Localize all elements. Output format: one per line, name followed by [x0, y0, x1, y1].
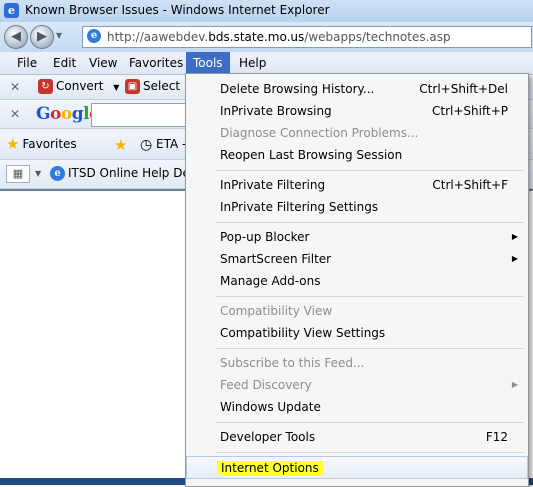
menu-item-label: Manage Add-ons — [220, 274, 321, 288]
menu-item-label: Developer Tools — [220, 430, 316, 444]
tab-label: ITSD Online Help Desk — [68, 166, 204, 180]
menu-item-windows-update[interactable]: Windows Update — [186, 396, 528, 418]
menu-item-shortcut: Ctrl+Shift+F — [432, 178, 508, 192]
select-icon: ▣ — [125, 79, 140, 94]
favorites-star-icon: ★ — [6, 135, 20, 153]
eta-favorite-link[interactable]: ◷ ETA - — [140, 137, 186, 153]
recent-pages-dropdown-icon[interactable]: ▼ — [56, 31, 62, 40]
tab-favicon-icon: e — [50, 166, 65, 181]
menu-item-delete-browsing-history[interactable]: Delete Browsing History... Ctrl+Shift+De… — [186, 78, 528, 100]
menu-item-smartscreen-filter[interactable]: SmartScreen Filter ▶ — [186, 248, 528, 270]
menu-item-compatibility-view-settings[interactable]: Compatibility View Settings — [186, 322, 528, 344]
close-google-toolbar-icon[interactable]: ✕ — [10, 107, 20, 121]
menu-item-label: SmartScreen Filter — [220, 252, 332, 266]
menu-item-label: Compatibility View Settings — [220, 326, 386, 340]
menu-separator — [216, 170, 524, 171]
menu-separator — [216, 348, 524, 349]
ie-logo-icon: e — [4, 3, 19, 18]
clock-icon: ◷ — [140, 137, 153, 153]
google-letter: o — [50, 104, 61, 124]
menu-item-inprivate-filtering-settings[interactable]: InPrivate Filtering Settings — [186, 196, 528, 218]
quick-tabs-icon[interactable]: ▦ — [6, 165, 30, 183]
eta-label: ETA - — [156, 137, 187, 151]
menu-item-label: Diagnose Connection Problems... — [220, 126, 419, 140]
favorites-label: Favorites — [22, 137, 77, 151]
menu-item-shortcut: F12 — [485, 430, 508, 444]
internet-options-highlight: Internet Options — [217, 461, 323, 475]
convert-button[interactable]: ↻ Convert ▼ — [38, 79, 119, 94]
submenu-arrow-icon: ▶ — [511, 254, 518, 263]
menu-separator — [216, 422, 524, 423]
address-bar[interactable]: e http://aawebdev.bds.state.mo.us/webapp… — [82, 26, 532, 48]
menu-item-developer-tools[interactable]: Developer Tools F12 — [186, 426, 528, 448]
menu-item-inprivate-filtering[interactable]: InPrivate Filtering Ctrl+Shift+F — [186, 174, 528, 196]
menu-item-label: Internet Options — [217, 457, 323, 479]
address-url[interactable]: http://aawebdev.bds.state.mo.us/webapps/… — [107, 30, 451, 44]
menu-item-feed-discovery: Feed Discovery ▶ — [186, 374, 528, 396]
menu-help[interactable]: Help — [232, 52, 273, 74]
menu-item-reopen-last-browsing-session[interactable]: Reopen Last Browsing Session — [186, 144, 528, 166]
menu-item-internet-options[interactable]: Internet Options — [186, 456, 528, 479]
menu-item-label: Compatibility View — [220, 304, 333, 318]
tab-list-dropdown-icon[interactable]: ▼ — [35, 169, 41, 178]
menu-item-label: Pop-up Blocker — [220, 230, 310, 244]
tab-itsd-online-help-desk[interactable]: e ITSD Online Help Desk — [50, 166, 203, 181]
menu-favorites[interactable]: Favorites — [122, 52, 190, 74]
add-to-favorites-bar-icon[interactable]: ★ — [114, 136, 127, 154]
menu-item-label: InPrivate Filtering Settings — [220, 200, 379, 214]
convert-label: Convert — [56, 79, 104, 93]
menu-item-label: Reopen Last Browsing Session — [220, 148, 403, 162]
menu-item-label: Windows Update — [220, 400, 321, 414]
menu-item-label: InPrivate Filtering — [220, 178, 326, 192]
menu-view[interactable]: View — [82, 52, 124, 74]
menu-item-subscribe-to-feed: Subscribe to this Feed... — [186, 352, 528, 374]
convert-icon: ↻ — [38, 79, 53, 94]
tools-menu: Delete Browsing History... Ctrl+Shift+De… — [185, 73, 529, 487]
menu-item-popup-blocker[interactable]: Pop-up Blocker ▶ — [186, 226, 528, 248]
menu-item-label: InPrivate Browsing — [220, 104, 332, 118]
menu-item-label: Subscribe to this Feed... — [220, 356, 365, 370]
menu-item-shortcut: Ctrl+Shift+P — [432, 104, 508, 118]
menu-separator — [216, 296, 524, 297]
page-favicon-icon: e — [87, 29, 101, 43]
convert-dropdown-icon[interactable]: ▼ — [113, 83, 119, 92]
forward-button[interactable]: ▶ — [30, 25, 54, 49]
menu-item-manage-add-ons[interactable]: Manage Add-ons — [186, 270, 528, 292]
google-letter: G — [36, 104, 51, 124]
menu-bar: File Edit View Favorites Tools Help — [0, 52, 533, 75]
menu-separator — [216, 452, 524, 453]
menu-edit[interactable]: Edit — [46, 52, 83, 74]
window-title: Known Browser Issues - Windows Internet … — [25, 3, 330, 17]
menu-file[interactable]: File — [10, 52, 44, 74]
menu-item-shortcut: Ctrl+Shift+Del — [419, 82, 508, 96]
select-button[interactable]: ▣ Select — [125, 79, 180, 94]
menu-item-compatibility-view: Compatibility View — [186, 300, 528, 322]
google-letter: o — [60, 104, 72, 124]
submenu-arrow-icon: ▶ — [511, 232, 518, 241]
menu-item-inprivate-browsing[interactable]: InPrivate Browsing Ctrl+Shift+P — [186, 100, 528, 122]
submenu-arrow-icon: ▶ — [511, 380, 518, 389]
address-row: ◀ ▶ ▼ e http://aawebdev.bds.state.mo.us/… — [0, 22, 533, 52]
menu-tools[interactable]: Tools — [186, 52, 230, 74]
google-letter: g — [71, 104, 84, 124]
select-label: Select — [143, 79, 181, 93]
google-search-input[interactable] — [91, 103, 188, 127]
title-bar: e Known Browser Issues - Windows Interne… — [0, 0, 533, 22]
google-logo: Google — [36, 104, 100, 124]
favorites-button[interactable]: ★ Favorites — [4, 133, 77, 155]
close-toolbar-icon[interactable]: ✕ — [10, 80, 20, 94]
menu-item-label: Delete Browsing History... — [220, 82, 375, 96]
menu-item-label: Feed Discovery — [220, 378, 312, 392]
menu-separator — [216, 222, 524, 223]
menu-item-diagnose-connection-problems: Diagnose Connection Problems... — [186, 122, 528, 144]
back-button[interactable]: ◀ — [4, 25, 28, 49]
